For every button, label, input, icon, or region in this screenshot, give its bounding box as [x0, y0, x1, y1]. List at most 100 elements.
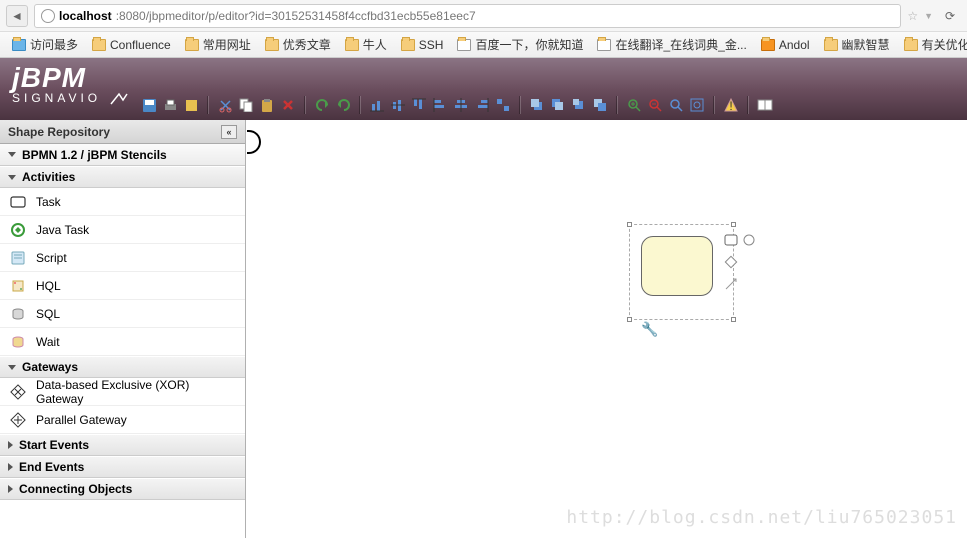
group-header[interactable]: Gateways: [0, 356, 245, 378]
bookmark-icon: [12, 39, 26, 51]
undo-button[interactable]: [313, 96, 331, 114]
task-icon: [10, 194, 26, 210]
zorder-back-button[interactable]: [549, 96, 567, 114]
resize-handle-sw[interactable]: [627, 317, 632, 322]
delete-button[interactable]: [279, 96, 297, 114]
bookmark-item[interactable]: 牛人: [339, 34, 393, 55]
xor-icon: [10, 384, 26, 400]
context-gateway-icon[interactable]: [724, 255, 738, 269]
zorder-forward-button[interactable]: [570, 96, 588, 114]
bookmark-item[interactable]: Andol: [755, 36, 816, 54]
stencil-label: Wait: [36, 335, 60, 349]
chevron-right-icon: [8, 441, 13, 449]
java-icon: [10, 222, 26, 238]
group-header[interactable]: Activities: [0, 166, 245, 188]
collapse-button[interactable]: «: [221, 125, 237, 139]
svg-text:!: !: [729, 99, 732, 112]
save-button[interactable]: [140, 96, 158, 114]
redo-button[interactable]: [334, 96, 352, 114]
bookmark-item[interactable]: 在线翻译_在线词典_金...: [591, 34, 752, 55]
canvas[interactable]: 🔧 http://blog.csdn.net/liu765023051: [246, 120, 967, 538]
bookmark-item[interactable]: 百度一下，你就知道: [451, 34, 589, 55]
bookmark-item[interactable]: 优秀文章: [259, 34, 337, 55]
bookmark-item[interactable]: 有关优化: [898, 34, 967, 55]
dropdown-icon[interactable]: ▼: [924, 11, 933, 21]
end-event-fragment[interactable]: [247, 130, 261, 154]
bookmark-item[interactable]: SSH: [395, 36, 450, 54]
align-top-button[interactable]: [410, 96, 428, 114]
task-shape[interactable]: [641, 236, 713, 296]
stencil-item[interactable]: HQL: [0, 272, 245, 300]
reload-button[interactable]: ⟳: [939, 5, 961, 27]
bookmark-label: 牛人: [363, 36, 387, 53]
export-button[interactable]: [182, 96, 200, 114]
paste-button[interactable]: [258, 96, 276, 114]
zoom-out-button[interactable]: [646, 96, 664, 114]
bookmark-item[interactable]: 幽默智慧: [818, 34, 896, 55]
group-header[interactable]: Connecting Objects: [0, 478, 245, 500]
zoom-in-button[interactable]: [625, 96, 643, 114]
align-bottom-button[interactable]: [368, 96, 386, 114]
stencil-item[interactable]: Task: [0, 188, 245, 216]
hql-icon: [10, 278, 26, 294]
separator: [616, 96, 618, 114]
stencil-item[interactable]: Java Task: [0, 216, 245, 244]
bookmark-icon: [824, 39, 838, 51]
help-button[interactable]: [756, 96, 774, 114]
chevron-down-icon: [8, 152, 16, 157]
stencil-item[interactable]: Parallel Gateway: [0, 406, 245, 434]
separator: [207, 96, 209, 114]
bookmark-label: 常用网址: [203, 36, 251, 53]
zoom-reset-button[interactable]: [667, 96, 685, 114]
copy-button[interactable]: [237, 96, 255, 114]
stencil-item[interactable]: SQL: [0, 300, 245, 328]
group-header[interactable]: Start Events: [0, 434, 245, 456]
align-center-button[interactable]: [452, 96, 470, 114]
bookmark-item[interactable]: 常用网址: [179, 34, 257, 55]
bookmark-star-icon[interactable]: ☆: [907, 9, 918, 23]
separator: [359, 96, 361, 114]
bookmark-label: 优秀文章: [283, 36, 331, 53]
globe-icon: [41, 9, 55, 23]
panel-title-bar: Shape Repository «: [0, 120, 245, 144]
context-connector-icon[interactable]: [724, 277, 738, 291]
align-size-button[interactable]: [494, 96, 512, 114]
align-middle-button[interactable]: [389, 96, 407, 114]
toolbar: !: [140, 92, 774, 120]
cut-button[interactable]: [216, 96, 234, 114]
stencil-item[interactable]: Script: [0, 244, 245, 272]
separator: [519, 96, 521, 114]
resize-handle-se[interactable]: [731, 317, 736, 322]
stencil-set-label: BPMN 1.2 / jBPM Stencils: [22, 148, 167, 162]
group-header[interactable]: End Events: [0, 456, 245, 478]
resize-handle-ne[interactable]: [731, 222, 736, 227]
bookmark-icon: [904, 39, 918, 51]
bookmark-icon: [761, 39, 775, 51]
zorder-backward-button[interactable]: [591, 96, 609, 114]
bookmark-label: 百度一下，你就知道: [475, 36, 583, 53]
stencil-item[interactable]: Data-based Exclusive (XOR) Gateway: [0, 378, 245, 406]
logo-signavio: SIGNAVIO: [12, 90, 129, 106]
shape-repository-panel: Shape Repository « BPMN 1.2 / jBPM Stenc…: [0, 120, 246, 538]
stencil-item[interactable]: Wait: [0, 328, 245, 356]
bookmark-icon: [185, 39, 199, 51]
wait-icon: [10, 334, 26, 350]
print-button[interactable]: [161, 96, 179, 114]
back-button[interactable]: ◄: [6, 5, 28, 27]
context-event-icon[interactable]: [742, 233, 756, 247]
bookmark-label: 幽默智慧: [842, 36, 890, 53]
bookmark-label: 访问最多: [30, 36, 78, 53]
url-bar[interactable]: localhost:8080/jbpmeditor/p/editor?id=30…: [34, 4, 901, 28]
zoom-fit-button[interactable]: [688, 96, 706, 114]
zorder-front-button[interactable]: [528, 96, 546, 114]
bookmark-icon: [597, 39, 611, 51]
bookmark-item[interactable]: Confluence: [86, 36, 177, 54]
stencil-set-header[interactable]: BPMN 1.2 / jBPM Stencils: [0, 144, 245, 166]
align-right-button[interactable]: [473, 96, 491, 114]
validate-button[interactable]: !: [722, 96, 740, 114]
bookmark-item[interactable]: 访问最多: [6, 34, 84, 55]
context-task-icon[interactable]: [724, 233, 738, 247]
wrench-icon[interactable]: 🔧: [641, 321, 658, 338]
align-left-button[interactable]: [431, 96, 449, 114]
resize-handle-nw[interactable]: [627, 222, 632, 227]
